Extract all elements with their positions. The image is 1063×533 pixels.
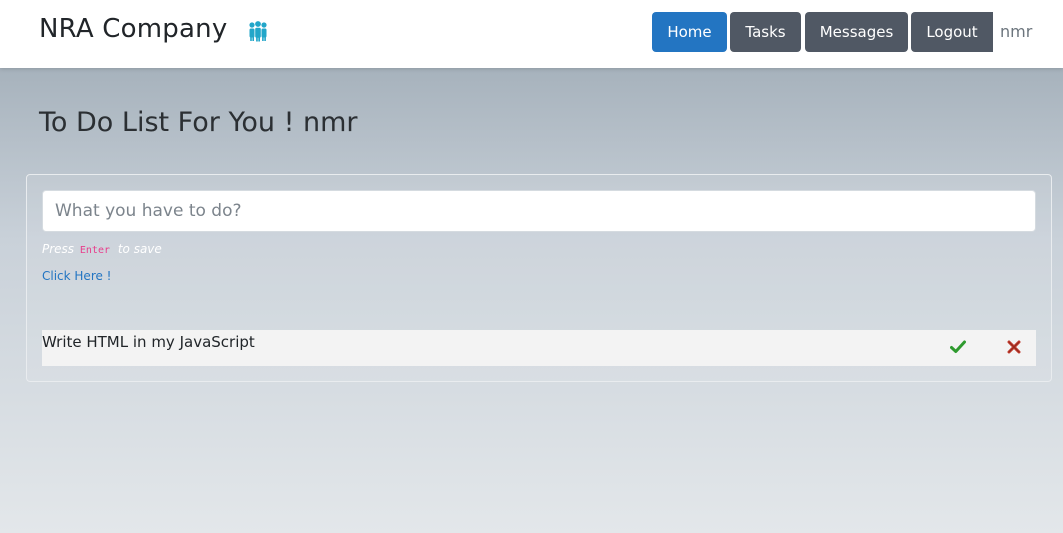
brand-name: NRA Company	[39, 14, 228, 44]
todo-item: Write HTML in my JavaScript	[42, 330, 1036, 366]
check-icon[interactable]	[950, 339, 966, 358]
todo-input[interactable]	[42, 190, 1036, 232]
hint-suffix: to save	[117, 242, 162, 256]
save-hint: Press Enter to save	[42, 242, 162, 256]
page-title: To Do List For You ! nmr	[39, 107, 358, 138]
people-group-icon	[247, 20, 269, 42]
hint-prefix: Press	[42, 242, 75, 256]
close-icon[interactable]	[1007, 339, 1021, 358]
home-button[interactable]: Home	[652, 12, 727, 52]
brand[interactable]: NRA Company	[39, 14, 269, 44]
todo-text: Write HTML in my JavaScript	[42, 333, 255, 351]
tasks-button[interactable]: Tasks	[730, 12, 801, 52]
click-here-link[interactable]: Click Here !	[42, 269, 112, 283]
navbar: NRA Company Home Tasks Messages Logout n…	[0, 0, 1063, 68]
logout-button[interactable]: Logout	[911, 12, 993, 52]
enter-key-code: Enter	[79, 245, 110, 256]
messages-button[interactable]: Messages	[805, 12, 908, 52]
todo-card: Press Enter to save Click Here ! Write H…	[26, 174, 1052, 382]
username-label: nmr	[1000, 22, 1033, 41]
